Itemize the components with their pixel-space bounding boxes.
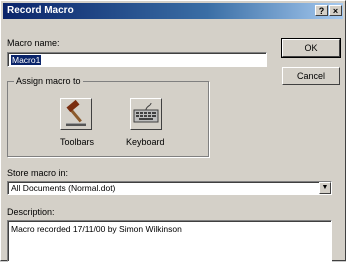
hammer-icon	[66, 99, 86, 126]
assign-macro-legend: Assign macro to	[14, 76, 83, 86]
store-macro-select[interactable]: All Documents (Normal.dot) ▼	[7, 181, 332, 195]
description-value: Macro recorded 17/11/00 by Simon Wilkins…	[11, 224, 182, 234]
dialog-title: Record Macro	[7, 5, 74, 16]
store-macro-value: All Documents (Normal.dot)	[11, 183, 116, 193]
store-macro-label: Store macro in:	[7, 168, 69, 178]
record-macro-dialog: Record Macro ? × Macro name: Macro1 OK C…	[0, 0, 346, 262]
description-label: Description:	[7, 207, 55, 217]
help-button[interactable]: ?	[315, 5, 328, 16]
description-textarea[interactable]: Macro recorded 17/11/00 by Simon Wilkins…	[7, 220, 332, 262]
cancel-button[interactable]: Cancel	[282, 67, 340, 85]
assign-macro-group: Assign macro to Toolbars Keyboard	[7, 76, 209, 157]
toolbars-button[interactable]	[60, 98, 92, 130]
toolbars-label: Toolbars	[60, 137, 95, 147]
title-bar[interactable]: Record Macro ? ×	[3, 3, 343, 19]
macro-name-value: Macro1	[11, 55, 42, 65]
close-button[interactable]: ×	[329, 5, 342, 16]
macro-name-input[interactable]: Macro1	[7, 52, 267, 67]
ok-button[interactable]: OK	[281, 38, 341, 58]
macro-name-label: Macro name:	[7, 38, 60, 48]
keyboard-icon	[133, 102, 159, 123]
keyboard-label: Keyboard	[126, 137, 165, 147]
chevron-down-icon[interactable]: ▼	[319, 182, 331, 194]
keyboard-button[interactable]	[130, 98, 162, 130]
